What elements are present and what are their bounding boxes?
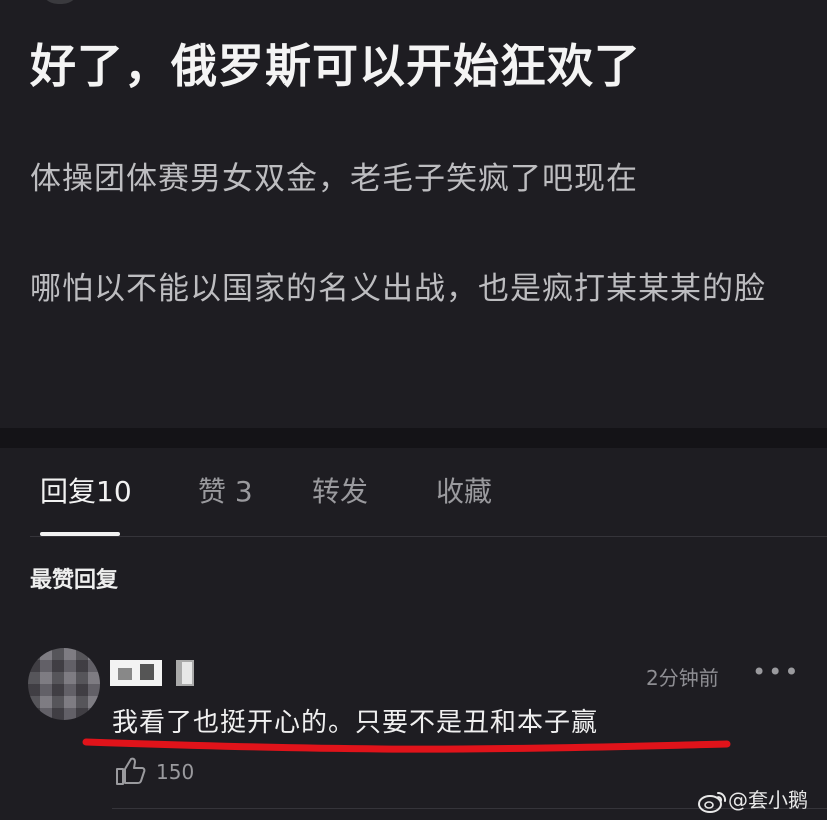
tab-favorites[interactable]: 收藏: [436, 470, 492, 510]
like-count: 150: [156, 760, 195, 784]
author-avatar[interactable]: [40, 0, 80, 4]
post-title: 好了，俄罗斯可以开始狂欢了: [30, 39, 641, 93]
divider: [30, 536, 827, 537]
red-highlight-underline: [82, 738, 731, 753]
section-gap: [0, 428, 827, 448]
post-paragraph: 体操团体赛男女双金，老毛子笑疯了吧现在: [30, 161, 638, 197]
comment-timestamp: 2分钟前: [646, 666, 719, 690]
post-body: 好了，俄罗斯可以开始狂欢了 体操团体赛男女双金，老毛子笑疯了吧现在 哪怕以不能以…: [0, 0, 827, 428]
section-title: 最赞回复: [30, 568, 119, 593]
commenter-username-redacted[interactable]: [110, 660, 200, 686]
tab-likes[interactable]: 赞 3: [198, 470, 253, 510]
commenter-avatar[interactable]: [28, 648, 100, 720]
watermark: @套小鹅: [698, 784, 808, 815]
weibo-icon: [698, 791, 727, 813]
tab-reposts[interactable]: 转发: [312, 470, 368, 510]
more-options-icon[interactable]: •••: [752, 658, 800, 686]
thumbs-up-icon[interactable]: [114, 756, 146, 786]
tab-replies[interactable]: 回复10: [40, 470, 132, 510]
interaction-tabs: 回复10 赞 3 转发 收藏: [0, 448, 827, 536]
post-paragraph: 哪怕以不能以国家的名义出战，也是疯打某某某的脸: [30, 271, 766, 307]
